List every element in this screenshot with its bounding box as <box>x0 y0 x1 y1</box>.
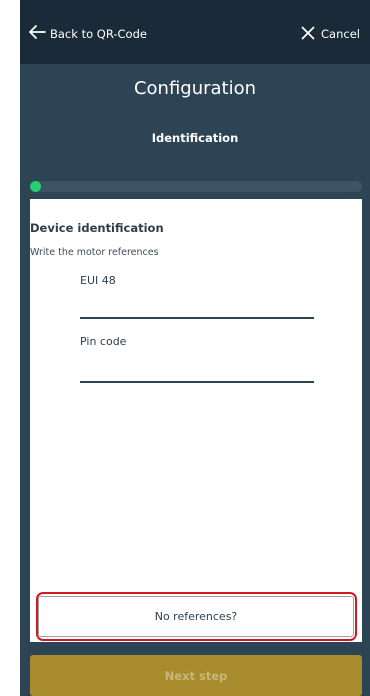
step-name: Identification <box>151 131 239 145</box>
close-icon <box>301 25 315 44</box>
app-screen: Back to QR-Code Cancel Configuration Ide… <box>20 0 370 696</box>
cancel-button[interactable]: Cancel <box>301 23 360 45</box>
next-step-button[interactable]: Next step <box>30 655 362 696</box>
pin-code-input[interactable] <box>80 357 314 379</box>
card-title: Device identification <box>30 221 164 235</box>
pin-code-underline <box>80 381 314 383</box>
page-title: Configuration <box>133 78 257 99</box>
eui48-label: EUI 48 <box>80 274 116 287</box>
eui48-underline <box>80 317 314 319</box>
pin-code-label: Pin code <box>80 335 127 348</box>
no-references-button[interactable]: No references? <box>38 596 354 637</box>
progress-bar <box>30 181 362 192</box>
arrow-left-icon <box>28 24 46 44</box>
top-bar: Back to QR-Code Cancel <box>20 0 370 64</box>
identification-card: Device identification Write the motor re… <box>30 199 362 642</box>
progress-fill <box>30 181 41 192</box>
eui48-input[interactable] <box>80 293 314 315</box>
cancel-label: Cancel <box>321 27 360 41</box>
card-subtitle: Write the motor references <box>30 247 159 258</box>
back-to-qr-code-button[interactable]: Back to QR-Code <box>28 23 147 45</box>
back-label: Back to QR-Code <box>50 27 147 41</box>
